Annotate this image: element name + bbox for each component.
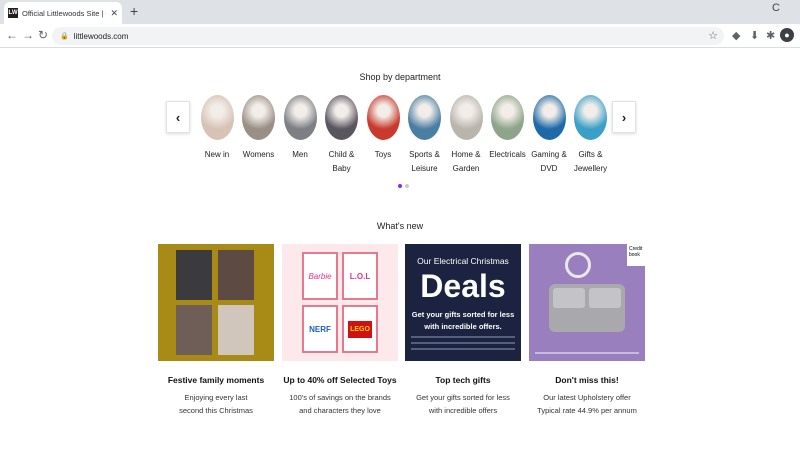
close-icon[interactable]: ✕ xyxy=(110,8,118,19)
favicon: LW xyxy=(8,8,18,18)
forward-icon[interactable]: → xyxy=(22,28,34,42)
url-text: littlewoods.com xyxy=(73,31,129,41)
card-desc: Our latest Upholstery offer Typical rate… xyxy=(537,393,637,415)
new-tab-icon[interactable]: + xyxy=(130,3,138,19)
card-desc: Get your gifts sorted for less with incr… xyxy=(416,393,510,415)
lego-logo: LEGO xyxy=(342,305,378,353)
card-image-tech: Our Electrical Christmas Deals Get your … xyxy=(405,244,521,361)
department-image xyxy=(449,95,483,140)
reload-icon[interactable]: ↻ xyxy=(38,28,48,42)
carousel-next-button[interactable]: › xyxy=(612,101,636,133)
carousel-dot-2[interactable] xyxy=(405,184,409,188)
card-image-upholstery: Credit book xyxy=(529,244,645,361)
department-item[interactable]: New in xyxy=(197,95,237,162)
puzzle-icon[interactable]: ✱ xyxy=(766,29,775,42)
department-image xyxy=(532,95,566,140)
carousel-dot-1[interactable] xyxy=(398,184,402,188)
address-bar: ← → ↻ 🔒 littlewoods.com ☆ ◆ ⬇ ✱ ● xyxy=(0,24,800,48)
tab-title: Official Littlewoods Site | Online xyxy=(22,8,106,18)
restore-icon[interactable]: C xyxy=(772,2,780,14)
department-item[interactable]: Gifts & Jewellery xyxy=(571,95,611,176)
card-title: Top tech gifts xyxy=(435,375,491,385)
department-image xyxy=(408,95,441,140)
department-item[interactable]: Sports & Leisure xyxy=(405,95,445,176)
carousel-dots xyxy=(398,184,409,188)
card-tech[interactable]: Our Electrical Christmas Deals Get your … xyxy=(405,244,521,417)
departments-heading: Shop by department xyxy=(359,72,441,82)
profile-icon[interactable]: ● xyxy=(780,28,794,42)
carousel-prev-button[interactable]: ‹ xyxy=(166,101,190,133)
bookmark-star-icon[interactable]: ☆ xyxy=(708,29,718,42)
department-item[interactable]: Electricals xyxy=(488,95,528,162)
card-upholstery[interactable]: Credit book Don't miss this! Our latest … xyxy=(529,244,645,417)
card-title: Don't miss this! xyxy=(555,375,619,385)
department-image xyxy=(200,95,234,140)
browser-tab[interactable]: LW Official Littlewoods Site | Online ✕ xyxy=(4,2,122,24)
department-item[interactable]: Toys xyxy=(363,95,403,162)
department-image xyxy=(491,95,524,140)
department-image xyxy=(325,95,358,140)
extension-icon[interactable]: ◆ xyxy=(732,29,740,42)
back-icon[interactable]: ← xyxy=(6,28,18,42)
card-toys[interactable]: Barbie L.O.L NERF LEGO Up to 40% off Sel… xyxy=(282,244,398,417)
department-image xyxy=(242,95,275,140)
whats-new-heading: What's new xyxy=(376,221,424,231)
department-image xyxy=(574,95,607,140)
department-item[interactable]: Men xyxy=(280,95,320,162)
url-input[interactable]: 🔒 littlewoods.com ☆ xyxy=(52,27,724,45)
lol-logo: L.O.L xyxy=(342,252,378,300)
department-image xyxy=(366,95,400,140)
department-item[interactable]: Womens xyxy=(239,95,279,162)
download-icon[interactable]: ⬇ xyxy=(750,29,759,42)
card-title: Up to 40% off Selected Toys xyxy=(283,375,397,385)
lock-icon: 🔒 xyxy=(60,33,69,40)
card-festive[interactable]: Festive family moments Enjoying every la… xyxy=(158,244,274,417)
card-image-festive xyxy=(158,244,274,361)
card-image-toys: Barbie L.O.L NERF LEGO xyxy=(282,244,398,361)
department-item[interactable]: Child & Baby xyxy=(322,95,362,176)
card-desc: 100's of savings on the brands and chara… xyxy=(289,393,391,415)
card-title: Festive family moments xyxy=(167,375,265,385)
tab-bar: LW Official Littlewoods Site | Online ✕ … xyxy=(0,0,800,24)
credit-badge: Credit book xyxy=(627,244,645,266)
department-item[interactable]: Home & Garden xyxy=(446,95,486,176)
nerf-logo: NERF xyxy=(302,305,338,353)
card-desc: Enjoying every last second this Christma… xyxy=(179,393,253,415)
barbie-logo: Barbie xyxy=(302,252,338,300)
department-image xyxy=(283,95,317,140)
department-item[interactable]: Gaming & DVD xyxy=(529,95,569,176)
department-label: Gifts & Jewellery xyxy=(573,150,608,173)
